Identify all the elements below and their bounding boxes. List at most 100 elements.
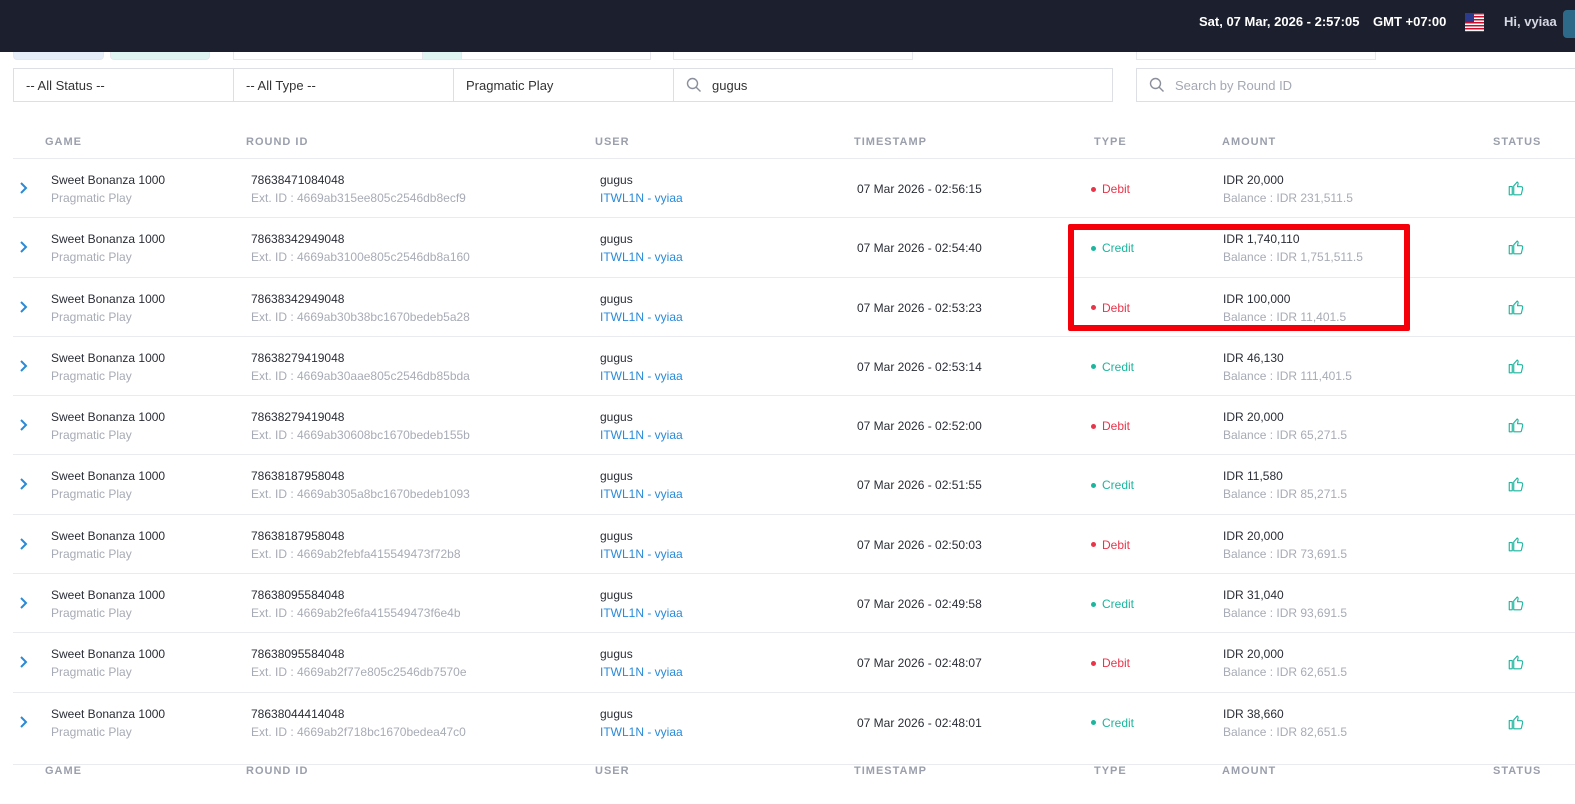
col-round-id[interactable]: ROUND ID: [246, 136, 308, 148]
status-filter-select[interactable]: -- All Status --: [13, 68, 234, 102]
amount: IDR 100,000: [1223, 291, 1291, 306]
user-name: gugus: [600, 647, 633, 662]
col-game[interactable]: GAME: [45, 136, 82, 148]
chevron-right-icon[interactable]: [19, 417, 29, 433]
thumbs-up-icon[interactable]: [1507, 357, 1525, 375]
round-id-search-input[interactable]: Search by Round ID: [1136, 68, 1575, 102]
thumbs-up-icon[interactable]: [1507, 713, 1525, 731]
table-row[interactable]: Sweet Bonanza 1000 Pragmatic Play 786380…: [13, 573, 1575, 632]
table-row[interactable]: Sweet Bonanza 1000 Pragmatic Play 786382…: [13, 395, 1575, 454]
col-timestamp[interactable]: TIMESTAMP: [854, 765, 927, 777]
thumbs-up-icon[interactable]: [1507, 535, 1525, 553]
amount: IDR 20,000: [1223, 410, 1284, 425]
col-type[interactable]: TYPE: [1094, 765, 1127, 777]
timestamp: 07 Mar 2026 - 02:48:01: [857, 715, 982, 730]
chevron-right-icon[interactable]: [19, 536, 29, 552]
chevron-right-icon[interactable]: [19, 358, 29, 374]
agent-link[interactable]: ITWL1N - vyiaa: [600, 725, 683, 739]
user-greeting[interactable]: Hi, vyiaa: [1504, 14, 1557, 29]
ext-id: Ext. ID : 4669ab315ee805c2546db8ecf9: [251, 191, 466, 205]
timestamp: 07 Mar 2026 - 02:52:00: [857, 419, 982, 434]
chevron-right-icon[interactable]: [19, 595, 29, 611]
game-provider: Pragmatic Play: [51, 487, 132, 502]
table-row[interactable]: Sweet Bonanza 1000 Pragmatic Play 786381…: [13, 454, 1575, 513]
agent-link[interactable]: ITWL1N - vyiaa: [600, 547, 683, 561]
search-icon: [686, 77, 701, 92]
agent-link[interactable]: ITWL1N - vyiaa: [600, 487, 683, 501]
ext-id: Ext. ID : 4669ab3100e805c2546db8a160: [251, 250, 470, 265]
balance: Balance : IDR 62,651.5: [1223, 665, 1348, 680]
agent-link[interactable]: ITWL1N - vyiaa: [600, 606, 683, 620]
round-id: 78638095584048: [251, 647, 345, 662]
col-user[interactable]: USER: [595, 136, 630, 148]
scrolled-field: [673, 52, 913, 60]
chevron-right-icon[interactable]: [19, 239, 29, 255]
agent-link[interactable]: ITWL1N - vyiaa: [600, 428, 683, 442]
agent-link[interactable]: ITWL1N - vyiaa: [600, 310, 683, 324]
type-filter-select[interactable]: -- All Type --: [233, 68, 454, 102]
thumbs-up-icon[interactable]: [1507, 298, 1525, 316]
user-search-value: gugus: [712, 77, 748, 93]
col-status[interactable]: STATUS: [1493, 765, 1541, 777]
type-label: Debit: [1102, 182, 1131, 196]
thumbs-up-icon[interactable]: [1507, 238, 1525, 256]
chevron-right-icon[interactable]: [19, 299, 29, 315]
col-game[interactable]: GAME: [45, 765, 82, 777]
agent-link[interactable]: ITWL1N - vyiaa: [600, 191, 683, 205]
table-footer-header: GAME ROUND ID USER TIMESTAMP TYPE AMOUNT…: [13, 764, 1575, 800]
scrolled-tab: [110, 52, 210, 60]
table-row[interactable]: Sweet Bonanza 1000 Pragmatic Play 786382…: [13, 335, 1575, 395]
ext-id: Ext. ID : 4669ab30aae805c2546db85bda: [251, 368, 470, 383]
provider-filter-select[interactable]: Pragmatic Play: [453, 68, 674, 102]
type-label: Debit: [1102, 300, 1131, 315]
thumbs-up-icon[interactable]: [1507, 653, 1525, 671]
balance: Balance : IDR 231,511.5: [1223, 191, 1353, 205]
col-status[interactable]: STATUS: [1493, 136, 1541, 148]
chevron-right-icon[interactable]: [19, 476, 29, 492]
col-round-id[interactable]: ROUND ID: [246, 765, 308, 777]
type-badge: Credit: [1091, 241, 1134, 255]
status-filter-value: -- All Status --: [26, 77, 105, 93]
type-badge: Debit: [1091, 538, 1130, 552]
agent-link[interactable]: ITWL1N - vyiaa: [600, 665, 683, 679]
agent-link[interactable]: ITWL1N - vyiaa: [600, 250, 683, 264]
thumbs-up-icon[interactable]: [1507, 416, 1525, 434]
col-amount[interactable]: AMOUNT: [1222, 136, 1276, 148]
thumbs-up-icon[interactable]: [1507, 594, 1525, 612]
timestamp: 07 Mar 2026 - 02:54:40: [857, 241, 982, 256]
user-menu-button[interactable]: [1563, 10, 1575, 38]
col-timestamp[interactable]: TIMESTAMP: [854, 136, 927, 148]
ext-id: Ext. ID : 4669ab2fe6fa415549473f6e4b: [251, 606, 461, 621]
table-row[interactable]: Sweet Bonanza 1000 Pragmatic Play 786383…: [13, 217, 1575, 276]
ext-id: Ext. ID : 4669ab2f77e805c2546db7570e: [251, 665, 467, 680]
us-flag-icon[interactable]: [1465, 13, 1484, 32]
user-name: gugus: [600, 410, 633, 425]
type-label: Credit: [1102, 241, 1135, 256]
game-provider: Pragmatic Play: [51, 665, 132, 680]
type-badge: Debit: [1091, 419, 1130, 433]
timestamp: 07 Mar 2026 - 02:56:15: [857, 182, 982, 196]
table-row[interactable]: Sweet Bonanza 1000 Pragmatic Play 786380…: [13, 691, 1575, 751]
thumbs-up-icon[interactable]: [1507, 179, 1525, 197]
round-id: 78638187958048: [251, 469, 345, 484]
thumbs-up-icon[interactable]: [1507, 475, 1525, 493]
balance: Balance : IDR 85,271.5: [1223, 487, 1348, 502]
type-dot: [1091, 720, 1096, 726]
col-user[interactable]: USER: [595, 765, 630, 777]
table-row[interactable]: Sweet Bonanza 1000 Pragmatic Play 786381…: [13, 513, 1575, 573]
game-provider: Pragmatic Play: [51, 309, 132, 324]
user-search-input[interactable]: gugus: [673, 68, 1113, 102]
chevron-right-icon[interactable]: [19, 654, 29, 670]
table-row[interactable]: Sweet Bonanza 1000 Pragmatic Play 786380…: [13, 632, 1575, 691]
chevron-right-icon[interactable]: [19, 180, 29, 196]
game-name: Sweet Bonanza 1000: [51, 588, 166, 603]
game-name: Sweet Bonanza 1000: [51, 706, 166, 721]
agent-link[interactable]: ITWL1N - vyiaa: [600, 369, 683, 383]
user-name: gugus: [600, 232, 633, 247]
type-dot: [1091, 482, 1096, 488]
col-amount[interactable]: AMOUNT: [1222, 765, 1276, 777]
col-type[interactable]: TYPE: [1094, 136, 1127, 148]
chevron-right-icon[interactable]: [19, 714, 29, 730]
table-row[interactable]: Sweet Bonanza 1000 Pragmatic Play 786384…: [13, 158, 1575, 217]
table-row[interactable]: Sweet Bonanza 1000 Pragmatic Play 786383…: [13, 276, 1575, 336]
